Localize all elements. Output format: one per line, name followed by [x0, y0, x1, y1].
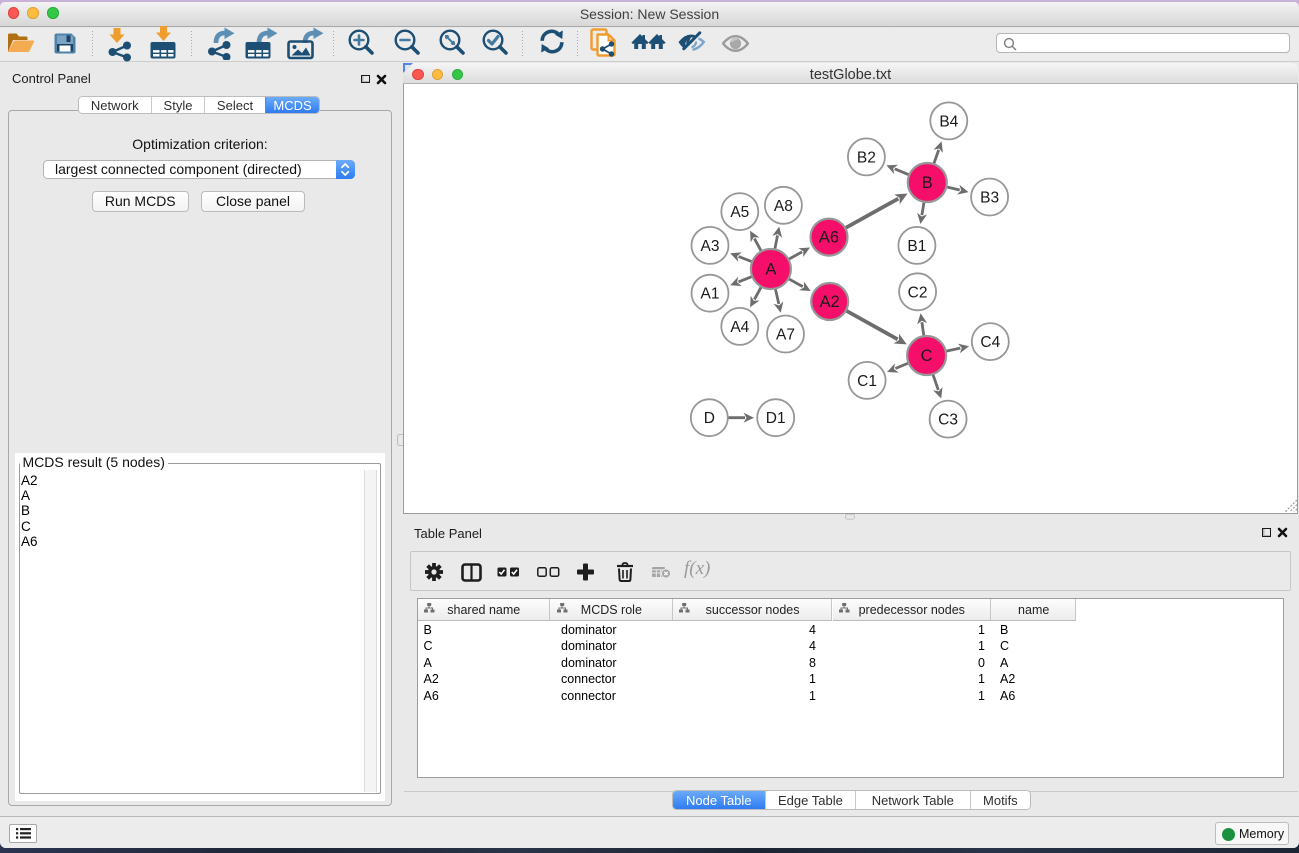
svg-text:A7: A7: [776, 327, 795, 344]
svg-text:C: C: [921, 347, 933, 365]
svg-text:A: A: [765, 261, 776, 279]
svg-text:B: B: [922, 174, 933, 192]
svg-text:D1: D1: [766, 410, 786, 427]
svg-text:D: D: [704, 410, 715, 427]
svg-text:C2: C2: [908, 284, 928, 301]
svg-text:A3: A3: [701, 238, 720, 255]
svg-text:C1: C1: [857, 373, 877, 390]
svg-text:A8: A8: [774, 198, 793, 215]
svg-text:B3: B3: [980, 190, 999, 207]
svg-text:A2: A2: [820, 293, 840, 311]
svg-text:A5: A5: [730, 204, 749, 221]
svg-text:A1: A1: [701, 286, 720, 303]
svg-text:C3: C3: [938, 412, 958, 429]
svg-text:B1: B1: [907, 238, 926, 255]
svg-text:C4: C4: [980, 334, 1000, 351]
svg-text:A4: A4: [730, 319, 749, 336]
svg-text:A6: A6: [819, 229, 839, 247]
svg-text:B4: B4: [939, 113, 958, 130]
svg-text:B2: B2: [857, 149, 876, 166]
